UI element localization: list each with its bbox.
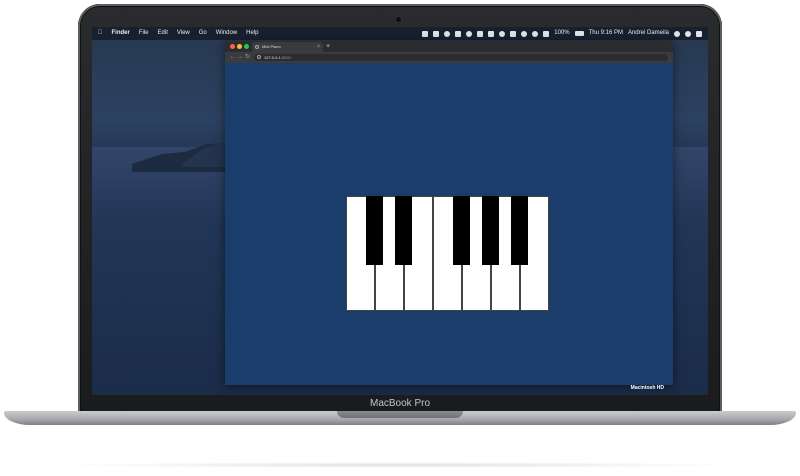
url-port: :8000 — [280, 55, 291, 60]
search-icon[interactable] — [674, 30, 680, 37]
wifi-icon[interactable] — [532, 30, 539, 37]
forward-arrow-icon[interactable]: → — [237, 52, 243, 63]
piano-black-key[interactable] — [511, 196, 528, 265]
screen:  Finder File Edit View Go Window Help 1… — [92, 27, 708, 395]
laptop-notch — [337, 411, 463, 418]
browser-toolbar: ← → ↻ 127.0.0.1:8000 — [225, 52, 673, 63]
menu-file[interactable]: File — [139, 27, 149, 40]
piano-black-key[interactable] — [482, 196, 499, 265]
menu-view[interactable]: View — [177, 27, 190, 40]
menu-go[interactable]: Go — [199, 27, 207, 40]
apple-icon[interactable]:  — [98, 27, 103, 40]
reload-icon[interactable]: ↻ — [245, 52, 250, 63]
tab-bar: Midi Piano × + — [225, 41, 673, 52]
menu-edit[interactable]: Edit — [158, 27, 168, 40]
control-center-icon[interactable] — [696, 30, 702, 37]
device-brand-label: MacBook Pro — [369, 398, 431, 409]
menu-window[interactable]: Window — [216, 27, 237, 40]
battery-icon[interactable] — [574, 31, 584, 36]
volume-icon[interactable] — [543, 30, 550, 37]
tray-app-icon[interactable] — [455, 30, 462, 37]
tray-app-icon[interactable] — [488, 30, 495, 37]
menu-user[interactable]: Andrei Dameila — [628, 27, 669, 40]
minimize-window-button[interactable] — [237, 44, 242, 49]
tray-app-icon[interactable] — [477, 30, 484, 37]
battery-percent[interactable]: 100% — [554, 27, 569, 40]
menu-clock[interactable]: Thu 9:16 PM — [589, 27, 623, 40]
airplay-icon[interactable] — [510, 30, 517, 37]
menu-help[interactable]: Help — [246, 27, 258, 40]
tray-app-icon[interactable] — [499, 30, 506, 37]
floor-shadow — [50, 462, 750, 468]
desktop-drive-label[interactable]: Macintosh HD — [631, 385, 664, 391]
close-tab-icon[interactable]: × — [317, 42, 320, 52]
camera-icon — [396, 17, 401, 22]
new-tab-button[interactable]: + — [326, 41, 330, 52]
piano-black-key[interactable] — [453, 196, 470, 265]
back-arrow-icon[interactable]: ← — [230, 52, 236, 63]
piano-keyboard — [346, 196, 549, 312]
menu-finder[interactable]: Finder — [112, 27, 130, 40]
tab-midi-piano[interactable]: Midi Piano × — [252, 42, 323, 52]
url-host: 127.0.0.1 — [264, 55, 281, 60]
tray-app-icon[interactable] — [444, 30, 451, 37]
globe-icon — [255, 45, 259, 49]
url-text: 127.0.0.1:8000 — [264, 54, 291, 61]
siri-icon[interactable] — [685, 30, 691, 37]
piano-black-key[interactable] — [395, 196, 412, 265]
tray-app-icon[interactable] — [433, 30, 440, 37]
site-info-icon[interactable] — [257, 55, 261, 59]
menu-bar:  Finder File Edit View Go Window Help 1… — [92, 27, 708, 40]
bluetooth-icon[interactable] — [521, 30, 528, 37]
maximize-window-button[interactable] — [244, 44, 249, 49]
page-content — [225, 63, 673, 385]
tab-title: Midi Piano — [262, 44, 281, 49]
tray-app-icon[interactable] — [422, 30, 429, 37]
address-bar[interactable]: 127.0.0.1:8000 — [254, 54, 668, 61]
browser-window: Midi Piano × + ← → ↻ 127.0.0.1:8000 — [225, 41, 673, 385]
tray-app-icon[interactable] — [466, 30, 473, 37]
piano-black-key[interactable] — [366, 196, 383, 265]
close-window-button[interactable] — [230, 44, 235, 49]
